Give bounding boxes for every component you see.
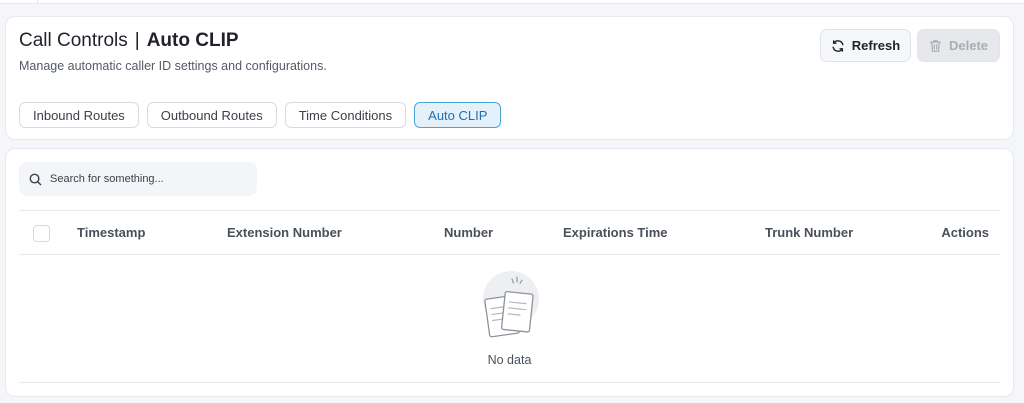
tab-outbound-routes[interactable]: Outbound Routes [146, 102, 277, 128]
tab-auto-clip[interactable]: Auto CLIP [414, 102, 502, 128]
page-title-section: Call Controls [19, 30, 128, 51]
search-box[interactable] [19, 162, 257, 196]
delete-button-label: Delete [948, 38, 989, 53]
empty-state-text: No data [487, 353, 532, 367]
top-strip [0, 0, 1024, 4]
trash-icon [930, 39, 941, 52]
tab-time-conditions[interactable]: Time Conditions [284, 102, 407, 128]
search-icon [29, 173, 42, 185]
header-card: Call Controls | Auto CLIP Manage automat… [5, 16, 1014, 140]
tab-inbound-routes[interactable]: Inbound Routes [19, 102, 139, 128]
column-header-timestamp[interactable]: Timestamp [77, 211, 145, 254]
empty-state: No data [19, 255, 1000, 383]
title-separator: | [134, 30, 140, 51]
table-header: Timestamp Extension Number Number Expira… [19, 210, 1000, 255]
refresh-button-label: Refresh [851, 38, 901, 53]
tab-bar: Inbound Routes Outbound Routes Time Cond… [19, 102, 502, 128]
refresh-icon [832, 39, 844, 52]
search-input[interactable] [50, 173, 240, 185]
column-header-trunk-number[interactable]: Trunk Number [765, 211, 853, 254]
column-header-extension-number[interactable]: Extension Number [227, 211, 342, 254]
refresh-button[interactable]: Refresh [820, 29, 911, 62]
table-card: Timestamp Extension Number Number Expira… [5, 148, 1014, 397]
column-header-number[interactable]: Number [444, 211, 493, 254]
page-title: Call Controls | Auto CLIP [19, 30, 239, 52]
delete-button[interactable]: Delete [917, 29, 1000, 62]
column-header-actions: Actions [941, 225, 989, 240]
select-all-checkbox[interactable] [33, 225, 50, 242]
page-title-current: Auto CLIP [146, 30, 239, 51]
column-header-expirations-time[interactable]: Expirations Time [563, 211, 668, 254]
empty-documents-icon [483, 271, 539, 338]
top-strip-divider [37, 0, 38, 4]
page-description: Manage automatic caller ID settings and … [19, 59, 327, 73]
